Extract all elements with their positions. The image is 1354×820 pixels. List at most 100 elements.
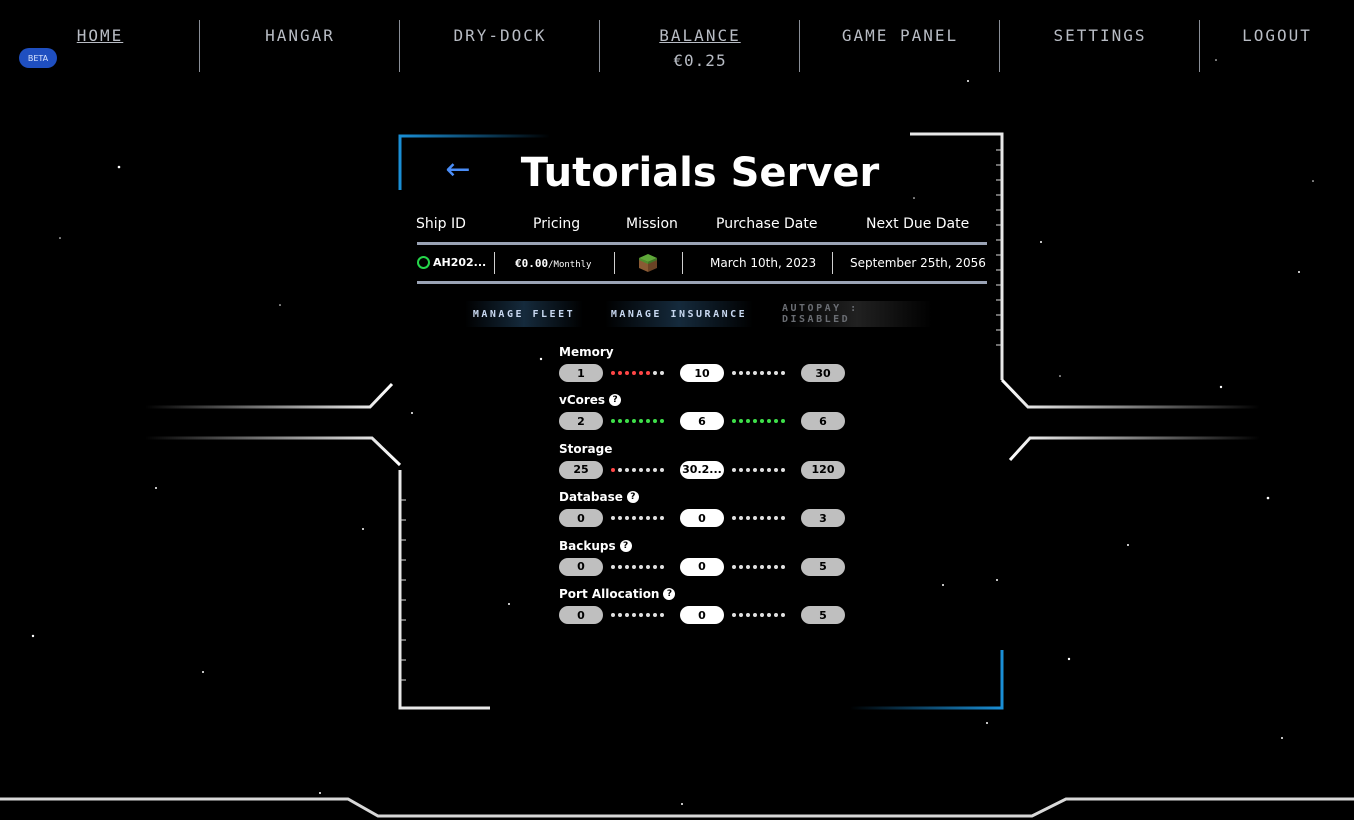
memory-label-text: Memory: [559, 345, 614, 359]
slider-dot: [660, 467, 664, 472]
slider-dot: [760, 516, 764, 521]
backups-slider-track[interactable]: [732, 564, 785, 569]
help-icon[interactable]: ?: [626, 491, 639, 504]
slider-dot: [625, 564, 629, 569]
vcores-current-value[interactable]: 6: [680, 412, 724, 431]
manage-fleet-button[interactable]: MANAGE FLEET: [465, 301, 583, 327]
slider-dot: [732, 467, 736, 472]
vcores-max-value: 6: [801, 412, 845, 431]
help-icon[interactable]: ?: [609, 394, 622, 407]
nav-settings[interactable]: SETTINGS: [1000, 8, 1200, 72]
purchase-date-value: March 10th, 2023: [710, 256, 817, 270]
memory-slider-track[interactable]: [732, 371, 785, 375]
slider-dot: [753, 419, 757, 424]
slider-dot: [774, 613, 778, 617]
backups-current-value[interactable]: 0: [680, 557, 724, 576]
header-ship-id: Ship ID: [416, 216, 466, 232]
port-allocation-min-value: 0: [559, 606, 603, 624]
slider-dot: [618, 613, 622, 617]
slider-dot: [639, 467, 643, 472]
slider-dot: [774, 467, 778, 472]
nav-game-panel[interactable]: GAME PANEL: [800, 8, 1000, 72]
database-slider-track[interactable]: [611, 516, 664, 521]
slider-dot: [767, 467, 771, 472]
vcores-slider-track[interactable]: [732, 419, 785, 424]
slider-dot: [746, 516, 750, 521]
slider-dot: [653, 516, 657, 521]
help-icon[interactable]: ?: [663, 588, 676, 600]
page-title: Tutorials Server: [520, 150, 880, 196]
ship-id-value[interactable]: AH202...: [433, 256, 486, 269]
slider-dot: [781, 371, 785, 375]
help-icon[interactable]: ?: [619, 539, 632, 552]
slider-dot: [767, 516, 771, 521]
storage-min-value: 25: [559, 460, 603, 479]
slider-dot: [653, 613, 657, 617]
slider-dot: [746, 419, 750, 424]
slider-dot: [732, 613, 736, 617]
slider-dot: [781, 516, 785, 521]
slider-dot: [774, 564, 778, 569]
slider-dot: [732, 564, 736, 569]
beta-badge: BETA: [19, 48, 57, 68]
memory-slider-track[interactable]: [611, 371, 664, 375]
slider-dot: [732, 419, 736, 424]
slider-dot: [760, 564, 764, 569]
slider-dot: [611, 467, 615, 472]
slider-dot: [625, 419, 629, 424]
slider-dot: [781, 467, 785, 472]
nav-hangar-label: HANGAR: [265, 26, 335, 45]
nav-dry-dock[interactable]: DRY-DOCK: [400, 8, 600, 72]
storage-label-text: Storage: [559, 441, 613, 456]
database-slider-track[interactable]: [732, 516, 785, 521]
slider-dot: [618, 467, 622, 472]
port-allocation-slider-track[interactable]: [732, 613, 785, 617]
slider-dot: [639, 419, 643, 424]
slider-dot: [746, 467, 750, 472]
slider-dot: [753, 613, 757, 617]
slider-dot: [739, 564, 743, 569]
slider-dot: [732, 516, 736, 521]
slider-dot: [646, 467, 650, 472]
nav-hangar[interactable]: HANGAR: [200, 8, 400, 72]
slider-dot: [760, 371, 764, 375]
storage-slider-track[interactable]: [611, 467, 664, 472]
port-allocation-slider-track[interactable]: [611, 613, 664, 617]
storage-slider-track[interactable]: [732, 467, 785, 472]
nav-balance-label: BALANCE: [659, 26, 741, 45]
slider-dot: [632, 516, 636, 521]
autopay-toggle-button[interactable]: AUTOPAY : DISABLED: [782, 301, 932, 327]
vcores-slider-track[interactable]: [611, 419, 664, 424]
slider-dot: [639, 516, 643, 521]
slider-dot: [739, 419, 743, 424]
column-divider: [682, 252, 683, 274]
price-period: /Monthly: [548, 260, 592, 270]
port-allocation-current-value[interactable]: 0: [680, 606, 724, 624]
slider-dot: [625, 467, 629, 472]
slider-dot: [732, 371, 736, 375]
slider-dot: [639, 613, 643, 617]
database-label: Database?: [559, 490, 639, 504]
port-allocation-max-value: 5: [801, 606, 845, 624]
nav-balance[interactable]: BALANCE €0.25: [600, 8, 800, 72]
divider: [417, 281, 987, 284]
memory-min-value: 1: [559, 364, 603, 382]
nav-game-panel-label: GAME PANEL: [841, 26, 959, 45]
slider-dot: [639, 371, 643, 375]
database-max-value: 3: [801, 509, 845, 528]
nav-logout-label: LOGOUT: [1242, 26, 1312, 45]
vcores-min-value: 2: [559, 412, 603, 431]
slider-dot: [739, 467, 743, 472]
nav-logout[interactable]: LOGOUT: [1200, 8, 1354, 72]
slider-dot: [632, 613, 636, 617]
manage-insurance-button[interactable]: MANAGE INSURANCE: [605, 301, 753, 327]
backups-max-value: 5: [801, 557, 845, 576]
slider-dot: [646, 516, 650, 521]
slider-dot: [774, 516, 778, 521]
slider-dot: [611, 419, 615, 424]
storage-current-value[interactable]: 30.2...: [680, 460, 724, 479]
memory-label: Memory: [559, 345, 614, 359]
database-current-value[interactable]: 0: [680, 509, 724, 528]
backups-slider-track[interactable]: [611, 564, 664, 569]
memory-current-value[interactable]: 10: [680, 364, 724, 382]
